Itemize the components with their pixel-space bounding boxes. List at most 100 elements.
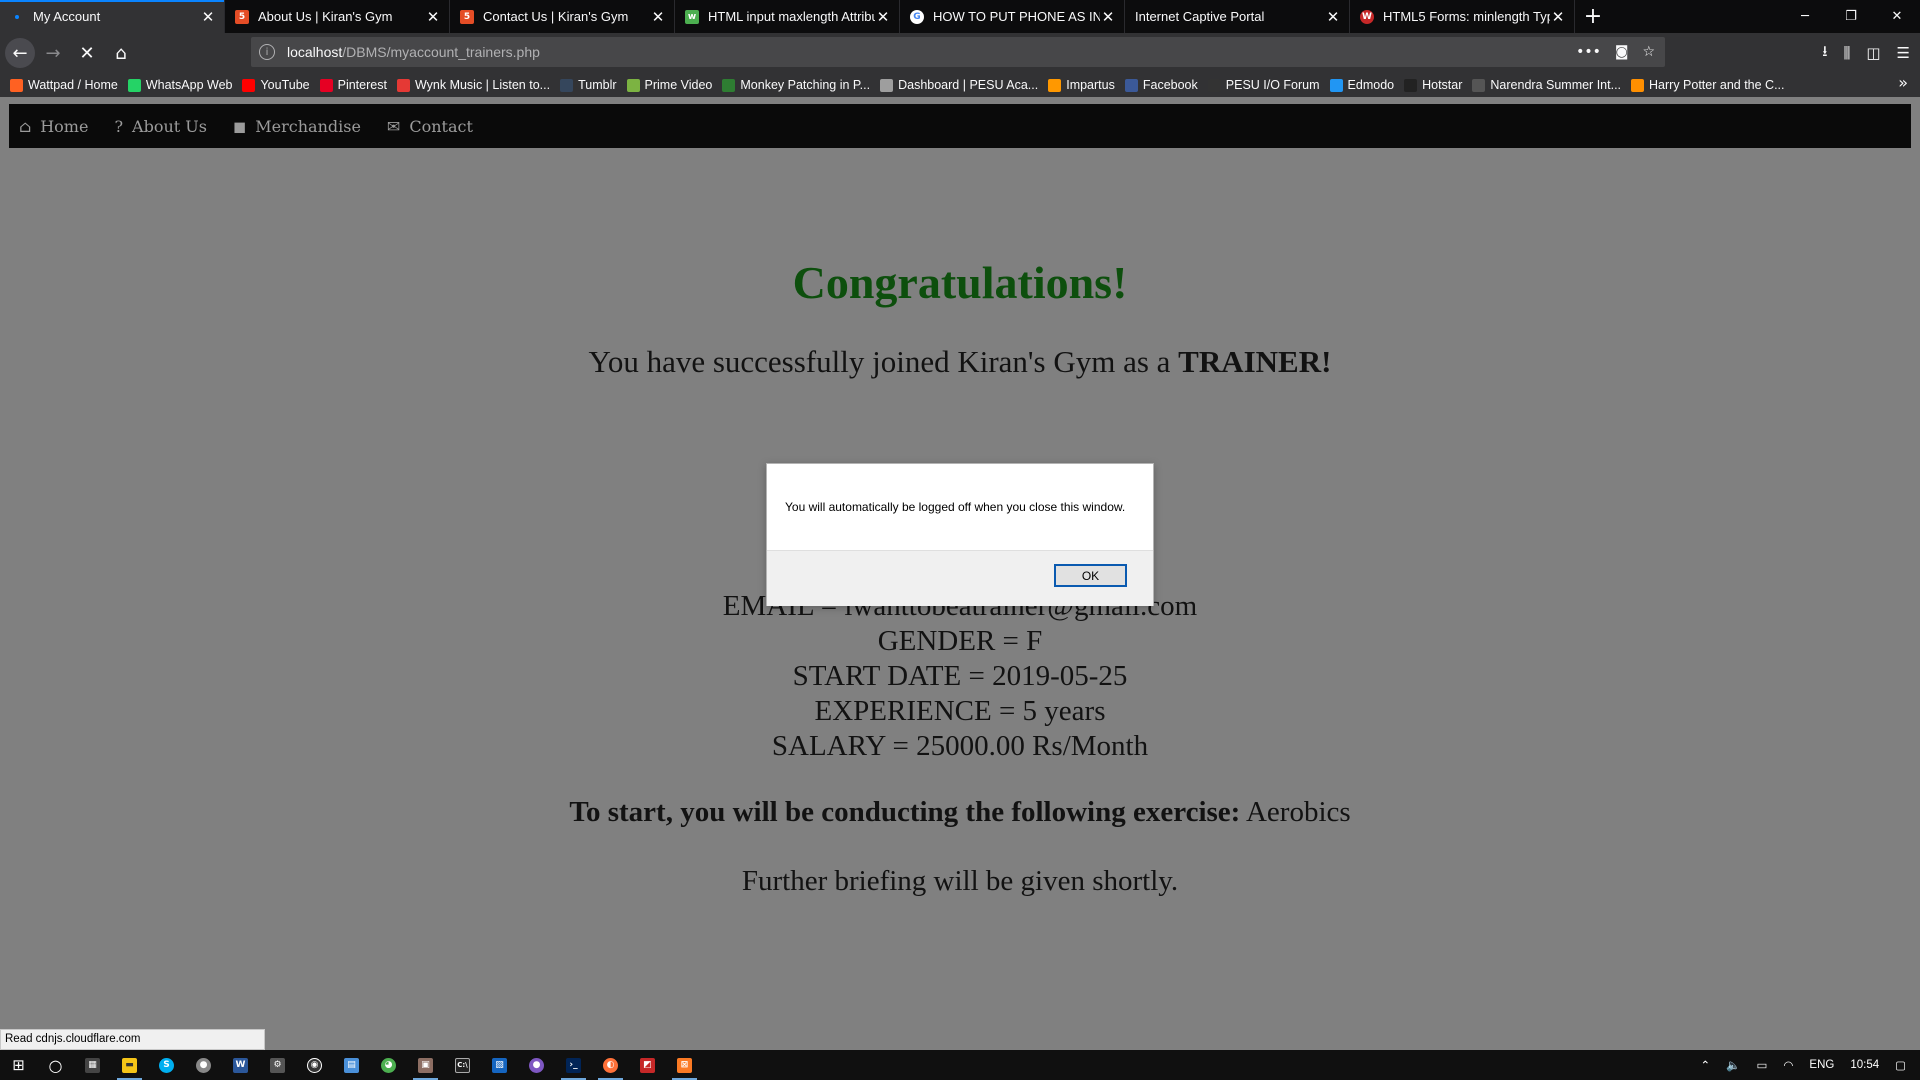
new-tab-button[interactable]: + bbox=[1575, 0, 1611, 33]
taskbar-app-purple[interactable]: ● bbox=[518, 1050, 555, 1080]
bookmark-label: Monkey Patching in P... bbox=[740, 78, 871, 92]
tab-close-icon[interactable]: ✕ bbox=[425, 8, 441, 26]
page-actions-icon[interactable]: ••• bbox=[1576, 44, 1601, 60]
bookmark-item[interactable]: Wynk Music | Listen to... bbox=[396, 78, 551, 92]
notifications-icon[interactable]: ▢ bbox=[1895, 1058, 1906, 1072]
back-button[interactable]: ← bbox=[5, 38, 35, 68]
taskbar-word[interactable]: W bbox=[222, 1050, 259, 1080]
info-icon[interactable]: i bbox=[259, 44, 275, 60]
taskbar-file-explorer[interactable]: ▬ bbox=[111, 1050, 148, 1080]
tab-close-icon[interactable]: ✕ bbox=[1550, 8, 1566, 26]
downloads-icon[interactable]: ⭳ bbox=[1822, 41, 1827, 66]
taskbar-app-box[interactable]: ▣ bbox=[407, 1050, 444, 1080]
cortana-button[interactable]: ○ bbox=[37, 1050, 74, 1080]
chrome-icon: ◕ bbox=[381, 1057, 396, 1073]
nav-link-home[interactable]: ⌂ Home bbox=[19, 117, 88, 136]
bookmark-item[interactable]: Monkey Patching in P... bbox=[722, 78, 870, 92]
bookmark-item[interactable]: Facebook bbox=[1124, 78, 1198, 92]
nav-link-label: Contact bbox=[409, 116, 473, 136]
taskbar-skype[interactable]: S bbox=[148, 1050, 185, 1080]
forward-button[interactable]: → bbox=[37, 37, 69, 69]
start-button[interactable]: ⊞ bbox=[0, 1050, 37, 1080]
bookmark-item[interactable]: WhatsApp Web bbox=[127, 78, 232, 92]
taskbar-network[interactable]: ⚙ bbox=[259, 1050, 296, 1080]
bookmark-label: Impartus bbox=[1066, 78, 1115, 92]
language-indicator[interactable]: ENG bbox=[1809, 1059, 1834, 1071]
battery-icon[interactable]: ▭ bbox=[1757, 1058, 1768, 1072]
task-view-button[interactable]: ▦ bbox=[74, 1050, 111, 1080]
tab-close-icon[interactable]: ✕ bbox=[1100, 8, 1116, 26]
bookmark-item[interactable]: Hotstar bbox=[1404, 78, 1462, 92]
taskbar-firefox[interactable]: ◐ bbox=[592, 1050, 629, 1080]
edmodo-icon bbox=[1329, 78, 1343, 92]
skype-icon: S bbox=[159, 1057, 174, 1073]
tab-3[interactable]: w HTML input maxlength Attribu ✕ bbox=[675, 0, 900, 33]
bookmark-item[interactable]: Dashboard | PESU Aca... bbox=[880, 78, 1038, 92]
nav-link-merchandise[interactable]: ◼ Merchandise bbox=[233, 117, 361, 136]
cmd-icon: C:\ bbox=[455, 1057, 470, 1073]
tab-5[interactable]: Internet Captive Portal ✕ bbox=[1125, 0, 1350, 33]
pesu-icon bbox=[880, 78, 894, 92]
nav-link-contact[interactable]: ✉ Contact bbox=[387, 117, 473, 136]
taskbar-notes[interactable]: ▤ bbox=[333, 1050, 370, 1080]
menu-icon[interactable]: ☰ bbox=[1897, 44, 1910, 62]
bookmark-item[interactable]: YouTube bbox=[242, 78, 310, 92]
tab-6[interactable]: W HTML5 Forms: minlength Type ✕ bbox=[1350, 0, 1575, 33]
bookmark-item[interactable]: PESU I/O Forum bbox=[1207, 78, 1320, 92]
minimize-icon[interactable]: ─ bbox=[1782, 0, 1828, 33]
bookmark-item[interactable]: Narendra Summer Int... bbox=[1472, 78, 1621, 92]
tab-4[interactable]: G HOW TO PUT PHONE AS INPU✕ bbox=[900, 0, 1125, 33]
forum-icon bbox=[1207, 78, 1221, 92]
bookmark-star-icon[interactable]: ☆ bbox=[1642, 44, 1655, 60]
hotstar-icon bbox=[1404, 78, 1418, 92]
taskbar-app-globe[interactable]: ● bbox=[185, 1050, 222, 1080]
address-url[interactable]: localhost/DBMS/myaccount_trainers.php bbox=[287, 44, 540, 60]
home-button[interactable]: ⌂ bbox=[105, 37, 137, 69]
taskbar-cmd[interactable]: C:\ bbox=[444, 1050, 481, 1080]
detail-line: SALARY = 25000.00 Rs/Month bbox=[771, 730, 1149, 762]
tab-close-icon[interactable]: ✕ bbox=[1325, 8, 1341, 26]
bookmark-item[interactable]: Harry Potter and the C... bbox=[1631, 78, 1785, 92]
tab-close-icon[interactable]: ✕ bbox=[200, 8, 216, 26]
bookmarks-overflow-icon[interactable]: » bbox=[1898, 73, 1908, 92]
joined-message: You have successfully joined Kiran's Gym… bbox=[0, 344, 1920, 380]
tab-close-icon[interactable]: ✕ bbox=[650, 8, 666, 26]
stop-button[interactable]: ✕ bbox=[71, 37, 103, 69]
bookmark-label: Hotstar bbox=[1422, 78, 1463, 92]
close-window-icon[interactable]: ✕ bbox=[1874, 0, 1920, 33]
w-icon: W bbox=[1360, 9, 1374, 24]
tab-1[interactable]: 5 About Us | Kiran's Gym ✕ bbox=[225, 0, 450, 33]
alert-dialog: You will automatically be logged off whe… bbox=[766, 463, 1154, 606]
page-viewport: ⌂ Home? About Us ◼ Merchandise ✉ Contact Congr… bbox=[0, 97, 1920, 1050]
bookmark-label: Wynk Music | Listen to... bbox=[414, 78, 551, 92]
pocket-icon[interactable]: ◙ bbox=[1615, 44, 1629, 60]
taskbar-app-blue[interactable]: ▧ bbox=[481, 1050, 518, 1080]
taskbar-chrome[interactable]: ◕ bbox=[370, 1050, 407, 1080]
bookmark-item[interactable]: Impartus bbox=[1048, 78, 1115, 92]
bookmark-item[interactable]: Wattpad / Home bbox=[10, 78, 118, 92]
ok-button[interactable]: OK bbox=[1054, 564, 1127, 587]
taskbar-xampp[interactable]: ⊠ bbox=[666, 1050, 703, 1080]
clock[interactable]: 10:54 bbox=[1850, 1059, 1879, 1071]
powershell-icon: ›_ bbox=[566, 1057, 581, 1073]
taskbar-powershell[interactable]: ›_ bbox=[555, 1050, 592, 1080]
address-bar[interactable]: i localhost/DBMS/myaccount_trainers.php … bbox=[251, 37, 1665, 67]
volume-icon[interactable]: 🔈 bbox=[1726, 1058, 1740, 1072]
bookmark-item[interactable]: Pinterest bbox=[319, 78, 387, 92]
bookmark-item[interactable]: Edmodo bbox=[1329, 78, 1394, 92]
tab-2[interactable]: 5 Contact Us | Kiran's Gym ✕ bbox=[450, 0, 675, 33]
library-icon[interactable]: ⫼ bbox=[1843, 44, 1850, 62]
taskbar-record[interactable]: ◉ bbox=[296, 1050, 333, 1080]
joined-text: You have successfully joined Kiran's Gym… bbox=[588, 344, 1179, 379]
restore-icon[interactable]: ❐ bbox=[1828, 0, 1874, 33]
tray-expand-icon[interactable]: ⌃ bbox=[1701, 1058, 1711, 1072]
wifi-icon[interactable]: ◠ bbox=[1783, 1058, 1793, 1072]
sidebar-icon[interactable]: ◫ bbox=[1866, 44, 1880, 62]
nav-link-about-us[interactable]: ? About Us bbox=[114, 117, 207, 136]
bookmark-item[interactable]: Tumblr bbox=[560, 78, 617, 92]
cortana-circle-icon: ○ bbox=[48, 1055, 63, 1075]
bookmark-item[interactable]: Prime Video bbox=[626, 78, 712, 92]
tab-0[interactable]: My Account ✕ bbox=[0, 0, 225, 33]
tab-close-icon[interactable]: ✕ bbox=[875, 8, 891, 26]
taskbar-app-diagram[interactable]: ◩ bbox=[629, 1050, 666, 1080]
